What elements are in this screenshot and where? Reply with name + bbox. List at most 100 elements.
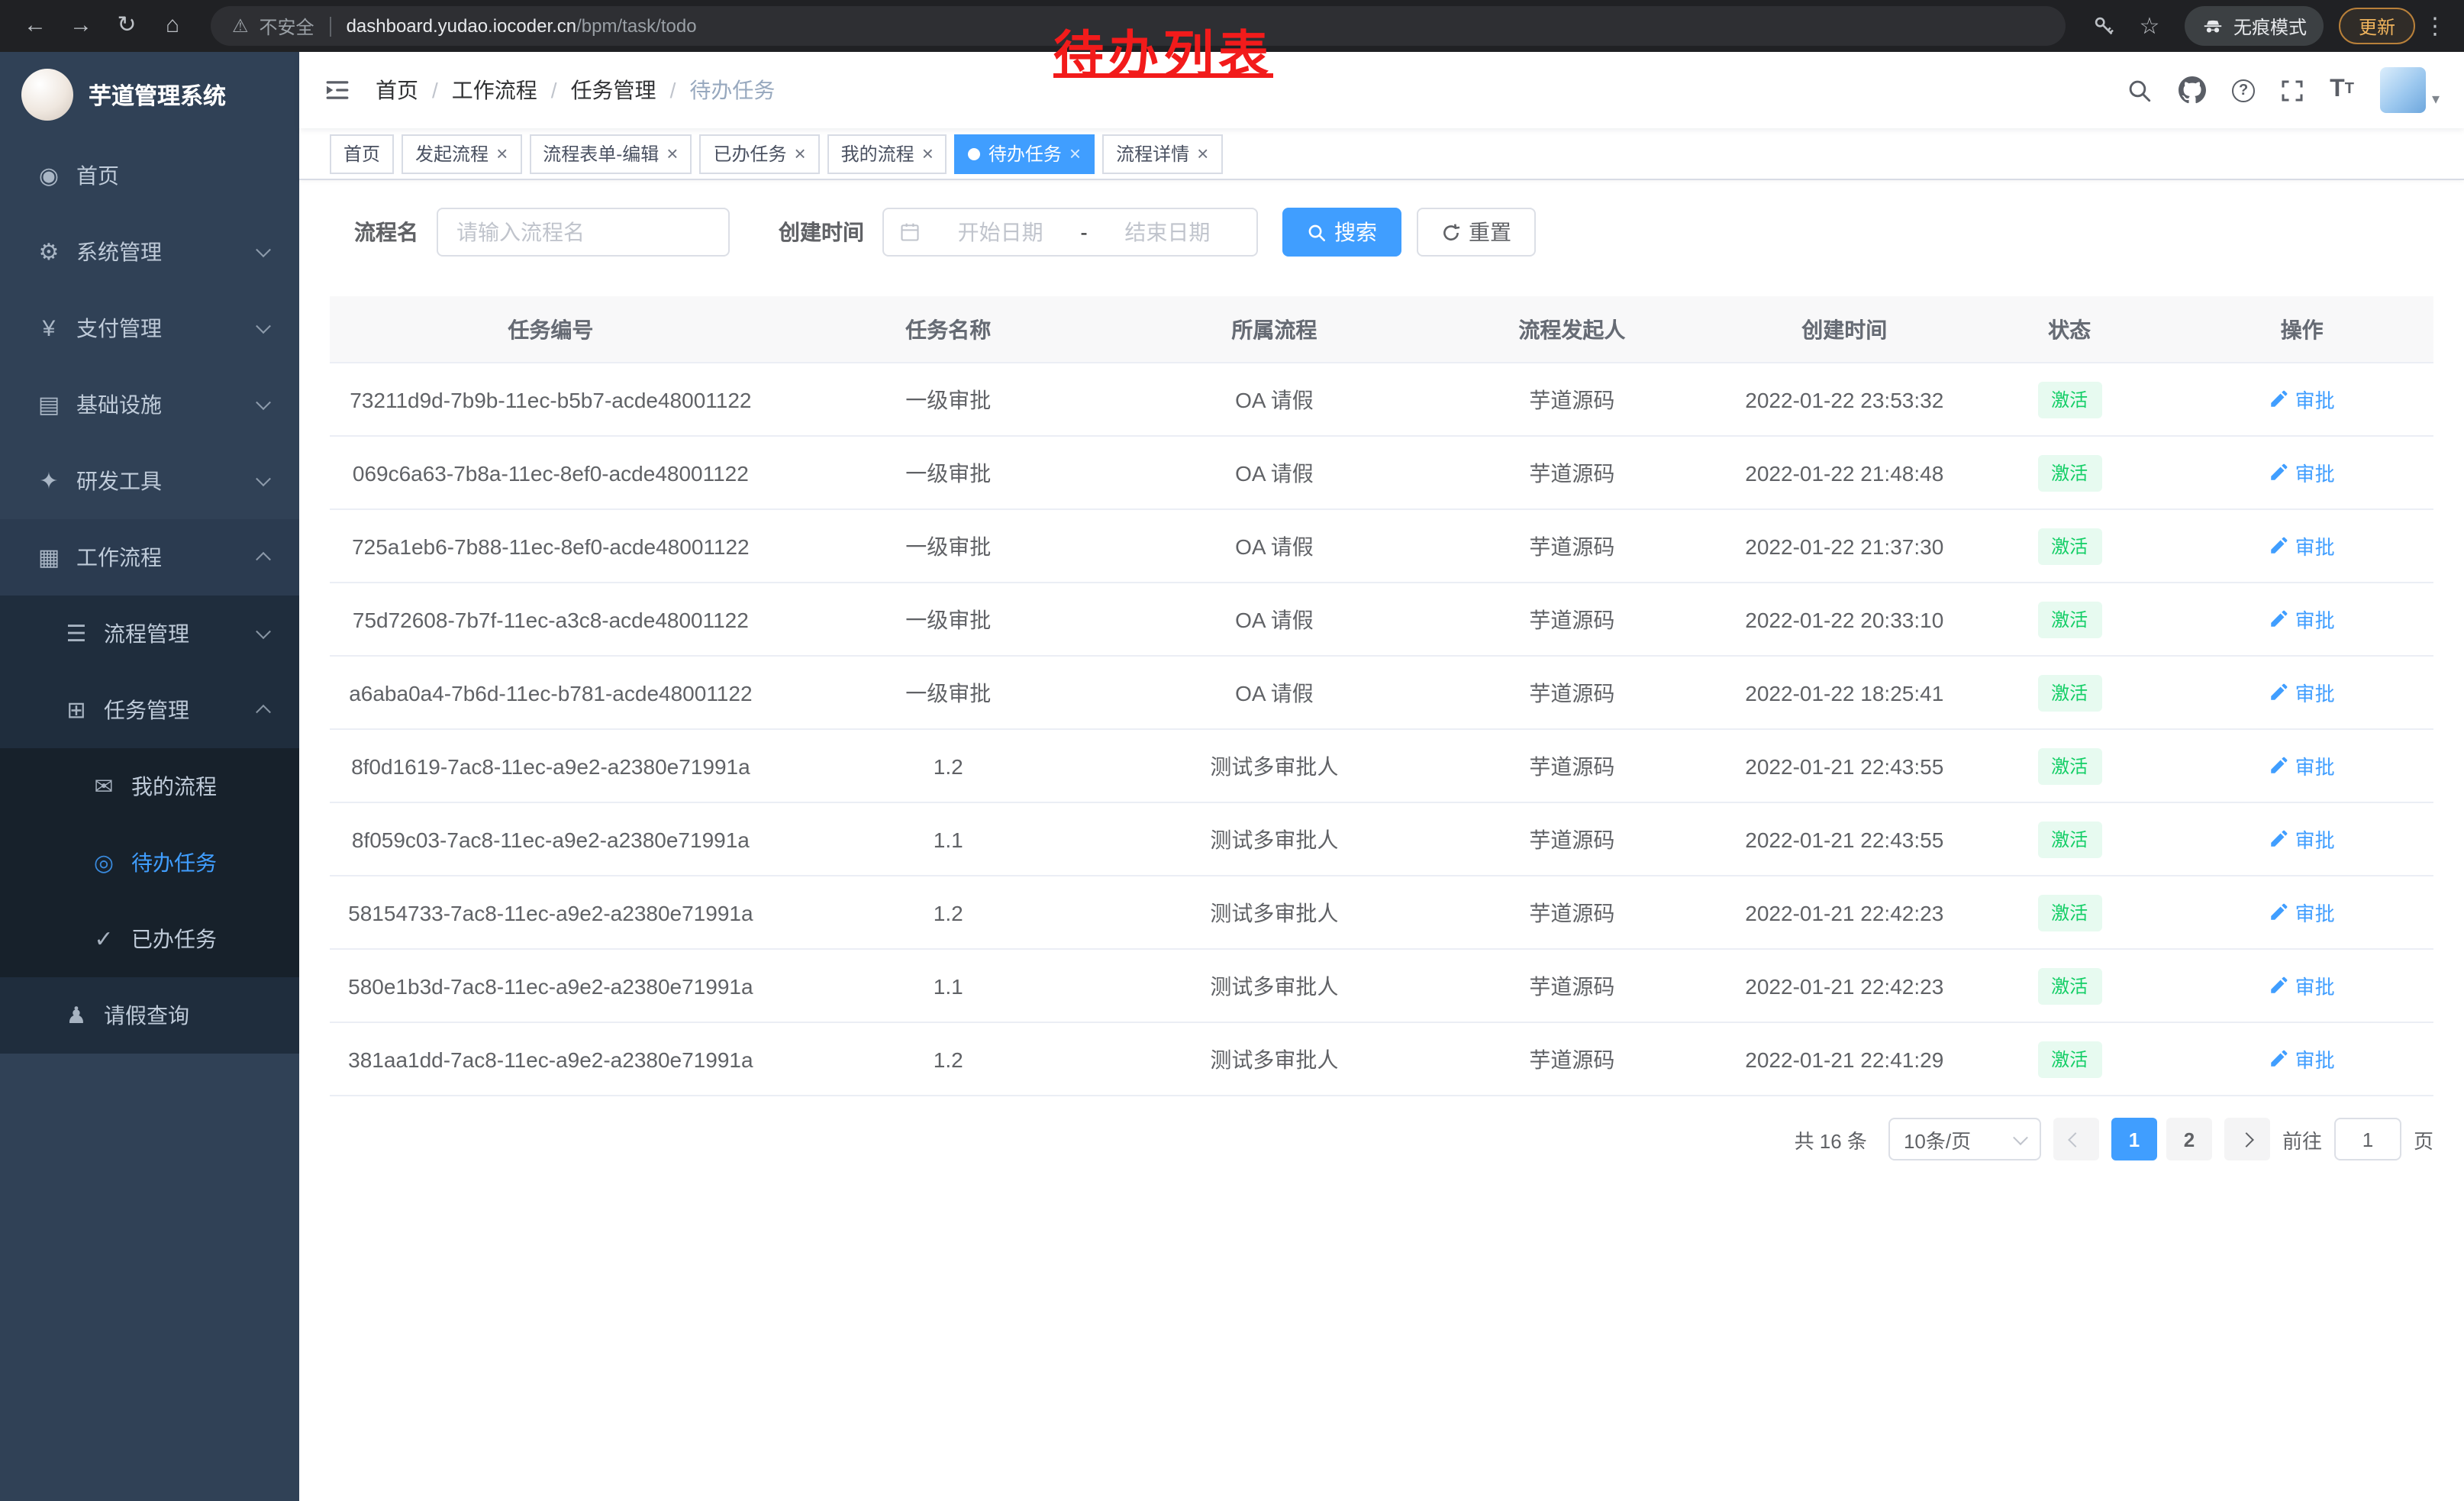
sidebar-item-process-mgmt[interactable]: ☰流程管理 [0,596,299,672]
fullscreen-icon[interactable] [2281,79,2304,102]
tab-发起流程[interactable]: 发起流程× [402,134,521,173]
status-badge: 激活 [2037,1041,2101,1077]
create-time: 2022-01-22 21:48:48 [1721,460,1969,485]
sidebar-item-payment[interactable]: ¥支付管理 [0,290,299,366]
process-name-input[interactable] [437,208,730,257]
calendar-icon [899,221,921,243]
annotation-text: 待办列表 [1053,14,1273,87]
prev-page-button[interactable] [2053,1118,2099,1160]
status-cell: 激活 [1969,967,2171,1004]
bookmark-star-icon[interactable]: ☆ [2130,6,2169,46]
tab-流程表单-编辑[interactable]: 流程表单-编辑× [529,134,692,173]
approve-button[interactable]: 审批 [2269,678,2335,707]
date-range-picker[interactable]: 开始日期 - 结束日期 [882,208,1258,257]
table-row: 725a1eb6-7b88-11ec-8ef0-acde48001122一级审批… [330,510,2433,583]
forward-icon[interactable]: → [61,0,101,52]
search-icon[interactable] [2127,77,2153,103]
sidebar-item-system[interactable]: ⚙系统管理 [0,214,299,290]
approve-button[interactable]: 审批 [2269,1044,2335,1073]
approve-button[interactable]: 审批 [2269,898,2335,927]
tab-close-icon[interactable]: × [1197,144,1208,163]
update-button[interactable]: 更新 [2339,8,2415,44]
page-content: 流程名 创建时间 开始日期 - 结束日期 搜索 重 [299,180,2464,1501]
tab-close-icon[interactable]: × [496,144,508,163]
edit-icon [2269,536,2289,556]
font-size-icon[interactable]: TT [2330,78,2354,102]
sidebar-item-label: 任务管理 [104,695,189,725]
sidebar-item-label: 首页 [76,160,119,191]
approve-button[interactable]: 审批 [2269,605,2335,634]
action-cell: 审批 [2170,531,2433,560]
help-icon[interactable]: ? [2232,79,2255,102]
page-button-1[interactable]: 1 [2111,1118,2157,1160]
approve-button[interactable]: 审批 [2269,385,2335,414]
sidebar-item-task-mgmt[interactable]: ⊞任务管理 [0,672,299,748]
tab-close-icon[interactable]: × [1069,144,1081,163]
app-logo[interactable]: 芋道管理系统 [0,52,299,137]
user-avatar-menu[interactable]: ▾ [2380,67,2440,113]
page-button-2[interactable]: 2 [2166,1118,2212,1160]
sidebar-toggle-icon[interactable] [324,76,351,104]
sidebar-item-my-process[interactable]: ✉我的流程 [0,748,299,825]
edit-icon [2269,463,2289,483]
task-name: 一级审批 [772,531,1125,561]
approve-button[interactable]: 审批 [2269,825,2335,854]
breadcrumb-item[interactable]: 任务管理 [571,75,656,105]
page-url: dashboard.yudao.iocoder.cn/bpm/task/todo [347,15,697,37]
task-name: 1.1 [772,827,1125,851]
sidebar-item-infrastructure[interactable]: ▤基础设施 [0,366,299,443]
task-name: 1.2 [772,900,1125,925]
search-icon [1307,222,1327,242]
home-icon[interactable]: ⌂ [153,0,192,52]
tab-close-icon[interactable]: × [922,144,934,163]
tab-已办任务[interactable]: 已办任务× [699,134,819,173]
back-icon[interactable]: ← [15,0,55,52]
sidebar-item-label: 流程管理 [104,618,189,649]
sidebar-item-done-tasks[interactable]: ✓已办任务 [0,901,299,977]
sidebar-item-label: 系统管理 [76,237,162,267]
table-row: 75d72608-7b7f-11ec-a3c8-acde48001122一级审批… [330,583,2433,657]
goto-page-input[interactable] [2334,1118,2401,1160]
page-size-select[interactable]: 10条/页 [1888,1118,2041,1160]
refresh-icon[interactable]: ↻ [107,0,147,52]
process-name-label: 流程名 [354,217,418,247]
tab-首页[interactable]: 首页 [330,134,394,173]
tab-待办任务[interactable]: 待办任务× [955,134,1095,173]
browser-menu-icon[interactable]: ⋮ [2421,6,2449,46]
end-date-placeholder: 结束日期 [1094,217,1241,247]
sidebar-item-todo-tasks[interactable]: ◎待办任务 [0,825,299,901]
main-panel: 首页/工作流程/任务管理/待办任务 ? TT ▾ [299,52,2464,1501]
search-button-label: 搜索 [1334,217,1377,247]
approve-button[interactable]: 审批 [2269,458,2335,487]
create-time: 2022-01-22 23:53:32 [1721,387,1969,412]
task-name: 一级审批 [772,457,1125,488]
user-icon: ♟ [61,1002,92,1029]
task-id: 73211d9d-7b9b-11ec-b5b7-acde48001122 [330,387,772,412]
approve-button[interactable]: 审批 [2269,971,2335,1000]
reset-button[interactable]: 重置 [1417,208,1536,257]
approve-button[interactable]: 审批 [2269,751,2335,780]
sidebar-item-devtools[interactable]: ✦研发工具 [0,443,299,519]
sidebar-item-home[interactable]: ◉首页 [0,137,299,214]
key-icon[interactable] [2084,6,2124,46]
chevron-up-icon [256,705,271,720]
search-button[interactable]: 搜索 [1282,208,1401,257]
tab-close-icon[interactable]: × [794,144,805,163]
active-tab-dot [969,147,981,160]
tab-我的流程[interactable]: 我的流程 × [827,134,947,173]
approve-button[interactable]: 审批 [2269,531,2335,560]
sidebar-item-workflow[interactable]: ▦工作流程 [0,519,299,596]
status-badge: 激活 [2037,381,2101,418]
breadcrumb-item[interactable]: 工作流程 [452,75,537,105]
column-header: 任务编号 [330,314,772,344]
tab-close-icon[interactable]: × [666,144,678,163]
github-icon[interactable] [2179,76,2206,104]
sidebar-item-leave-query[interactable]: ♟请假查询 [0,977,299,1054]
breadcrumb-item[interactable]: 首页 [376,75,418,105]
edit-icon [2269,976,2289,996]
action-cell: 审批 [2170,605,2433,634]
tab-label: 我的流程 [841,140,914,166]
chevron-down-icon [2013,1129,2028,1144]
next-page-button[interactable] [2224,1118,2270,1160]
tab-流程详情[interactable]: 流程详情× [1102,134,1222,173]
